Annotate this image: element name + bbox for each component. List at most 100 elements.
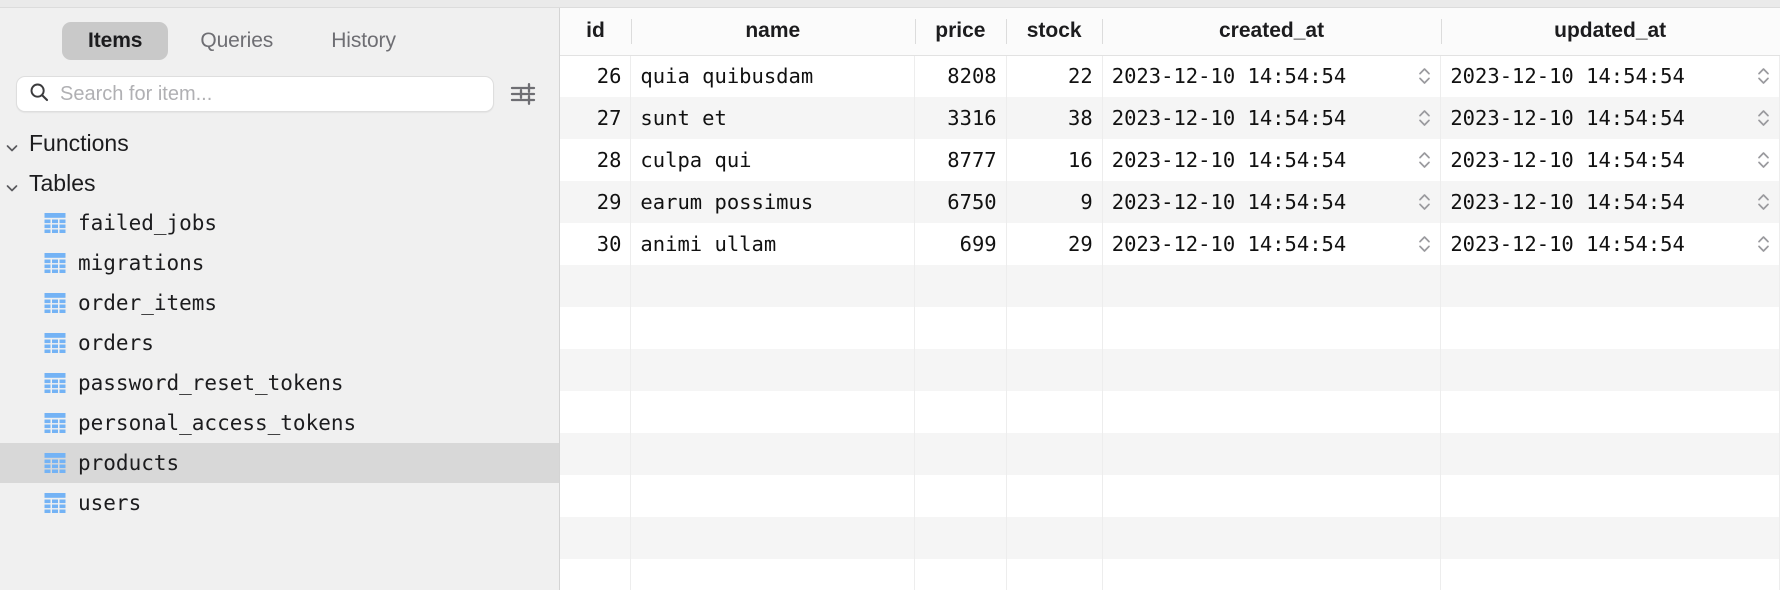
search-input[interactable]: [60, 82, 481, 106]
cell-created-at[interactable]: 2023-12-10 14:54:54: [1102, 97, 1442, 139]
table-row[interactable]: 26 quia quibusdam 8208 22 2023-12-10 14:54:5…: [560, 55, 1780, 97]
sliders-icon[interactable]: [508, 79, 538, 109]
cell-name[interactable]: earum possimus: [630, 181, 916, 223]
cell-updated-at[interactable]: 2023-12-10 14:54:54: [1440, 223, 1780, 265]
tree-group-functions[interactable]: Functions: [0, 123, 559, 163]
table-row[interactable]: 30 animi ullam 699 29 2023-12-10 14:54:54 20…: [560, 223, 1780, 265]
table-row-empty[interactable]: [560, 433, 1780, 475]
tab-queries[interactable]: Queries: [174, 22, 299, 60]
stepper-updown-icon[interactable]: [1417, 149, 1432, 171]
cell-empty[interactable]: [630, 433, 916, 475]
cell-created-at[interactable]: 2023-12-10 14:54:54: [1102, 55, 1442, 97]
tree-group-tables[interactable]: Tables: [0, 163, 559, 203]
table-row-empty[interactable]: [560, 265, 1780, 307]
table-row-empty[interactable]: [560, 391, 1780, 433]
table-row-empty[interactable]: [560, 475, 1780, 517]
tab-items[interactable]: Items: [62, 22, 169, 61]
column-header-price[interactable]: price: [914, 8, 1007, 56]
cell-name[interactable]: quia quibusdam: [630, 55, 916, 97]
cell-empty[interactable]: [1006, 475, 1103, 517]
sidebar-item-order-items[interactable]: order_items: [0, 283, 559, 323]
cell-empty[interactable]: [1102, 559, 1442, 590]
table-row-empty[interactable]: [560, 349, 1780, 391]
cell-empty[interactable]: [1006, 517, 1103, 559]
cell-empty[interactable]: [914, 307, 1007, 349]
cell-empty[interactable]: [630, 349, 916, 391]
sidebar-item-failed-jobs[interactable]: failed_jobs: [0, 203, 559, 243]
cell-id[interactable]: 26: [560, 55, 632, 97]
table-row[interactable]: 27 sunt et 3316 38 2023-12-10 14:54:54 2023-…: [560, 97, 1780, 139]
cell-empty[interactable]: [1006, 307, 1103, 349]
cell-empty[interactable]: [630, 559, 916, 590]
cell-empty[interactable]: [914, 349, 1007, 391]
stepper-updown-icon[interactable]: [1756, 149, 1771, 171]
table-row-empty[interactable]: [560, 307, 1780, 349]
column-header-id[interactable]: id: [560, 8, 631, 56]
cell-stock[interactable]: 38: [1006, 97, 1103, 139]
cell-id[interactable]: 27: [560, 97, 632, 139]
sidebar-item-products[interactable]: products: [0, 443, 559, 484]
cell-empty[interactable]: [1440, 433, 1780, 475]
cell-empty[interactable]: [560, 391, 632, 433]
cell-empty[interactable]: [914, 265, 1007, 307]
stepper-updown-icon[interactable]: [1417, 107, 1432, 129]
cell-price[interactable]: 8208: [914, 55, 1007, 97]
cell-empty[interactable]: [914, 433, 1007, 475]
cell-empty[interactable]: [1102, 475, 1442, 517]
cell-created-at[interactable]: 2023-12-10 14:54:54: [1102, 139, 1442, 181]
cell-empty[interactable]: [1102, 265, 1442, 307]
cell-empty[interactable]: [560, 307, 632, 349]
cell-stock[interactable]: 22: [1006, 55, 1103, 97]
column-header-created-at[interactable]: created_at: [1102, 8, 1441, 56]
cell-empty[interactable]: [914, 517, 1007, 559]
cell-empty[interactable]: [1006, 433, 1103, 475]
cell-empty[interactable]: [1102, 391, 1442, 433]
cell-empty[interactable]: [1102, 307, 1442, 349]
sidebar-item-orders[interactable]: orders: [0, 323, 559, 363]
sidebar-item-password-reset-tokens[interactable]: password_reset_tokens: [0, 363, 559, 403]
cell-empty[interactable]: [630, 391, 916, 433]
cell-name[interactable]: animi ullam: [630, 223, 916, 265]
cell-empty[interactable]: [1440, 475, 1780, 517]
sidebar-item-personal-access-tokens[interactable]: personal_access_tokens: [0, 403, 559, 443]
cell-id[interactable]: 30: [560, 223, 632, 265]
cell-updated-at[interactable]: 2023-12-10 14:54:54: [1440, 139, 1780, 181]
column-header-name[interactable]: name: [630, 8, 915, 56]
stepper-updown-icon[interactable]: [1417, 233, 1432, 255]
cell-empty[interactable]: [1440, 559, 1780, 590]
column-header-stock[interactable]: stock: [1006, 8, 1103, 56]
stepper-updown-icon[interactable]: [1756, 65, 1771, 87]
cell-empty[interactable]: [1440, 349, 1780, 391]
table-row[interactable]: 28 culpa qui 8777 16 2023-12-10 14:54:54 202…: [560, 139, 1780, 181]
cell-empty[interactable]: [1006, 349, 1103, 391]
cell-empty[interactable]: [560, 559, 632, 590]
stepper-updown-icon[interactable]: [1756, 233, 1771, 255]
cell-empty[interactable]: [630, 517, 916, 559]
cell-empty[interactable]: [914, 475, 1007, 517]
cell-empty[interactable]: [1440, 265, 1780, 307]
stepper-updown-icon[interactable]: [1417, 65, 1432, 87]
cell-empty[interactable]: [914, 559, 1007, 590]
cell-empty[interactable]: [1006, 559, 1103, 590]
cell-empty[interactable]: [630, 307, 916, 349]
cell-empty[interactable]: [1006, 265, 1103, 307]
cell-empty[interactable]: [1102, 517, 1442, 559]
cell-empty[interactable]: [1102, 349, 1442, 391]
cell-empty[interactable]: [1440, 391, 1780, 433]
cell-empty[interactable]: [1440, 517, 1780, 559]
cell-empty[interactable]: [630, 265, 916, 307]
stepper-updown-icon[interactable]: [1417, 191, 1432, 213]
cell-empty[interactable]: [1102, 433, 1442, 475]
cell-name[interactable]: sunt et: [630, 97, 916, 139]
cell-stock[interactable]: 9: [1006, 181, 1103, 223]
cell-empty[interactable]: [560, 475, 632, 517]
cell-price[interactable]: 6750: [914, 181, 1007, 223]
cell-empty[interactable]: [560, 433, 632, 475]
sidebar-item-users[interactable]: users: [0, 483, 559, 523]
cell-stock[interactable]: 29: [1006, 223, 1103, 265]
stepper-updown-icon[interactable]: [1756, 191, 1771, 213]
table-row-empty[interactable]: [560, 517, 1780, 559]
table-row[interactable]: 29 earum possimus 6750 9 2023-12-10 14:54:54…: [560, 181, 1780, 223]
cell-created-at[interactable]: 2023-12-10 14:54:54: [1102, 181, 1442, 223]
search-box[interactable]: [16, 76, 494, 113]
